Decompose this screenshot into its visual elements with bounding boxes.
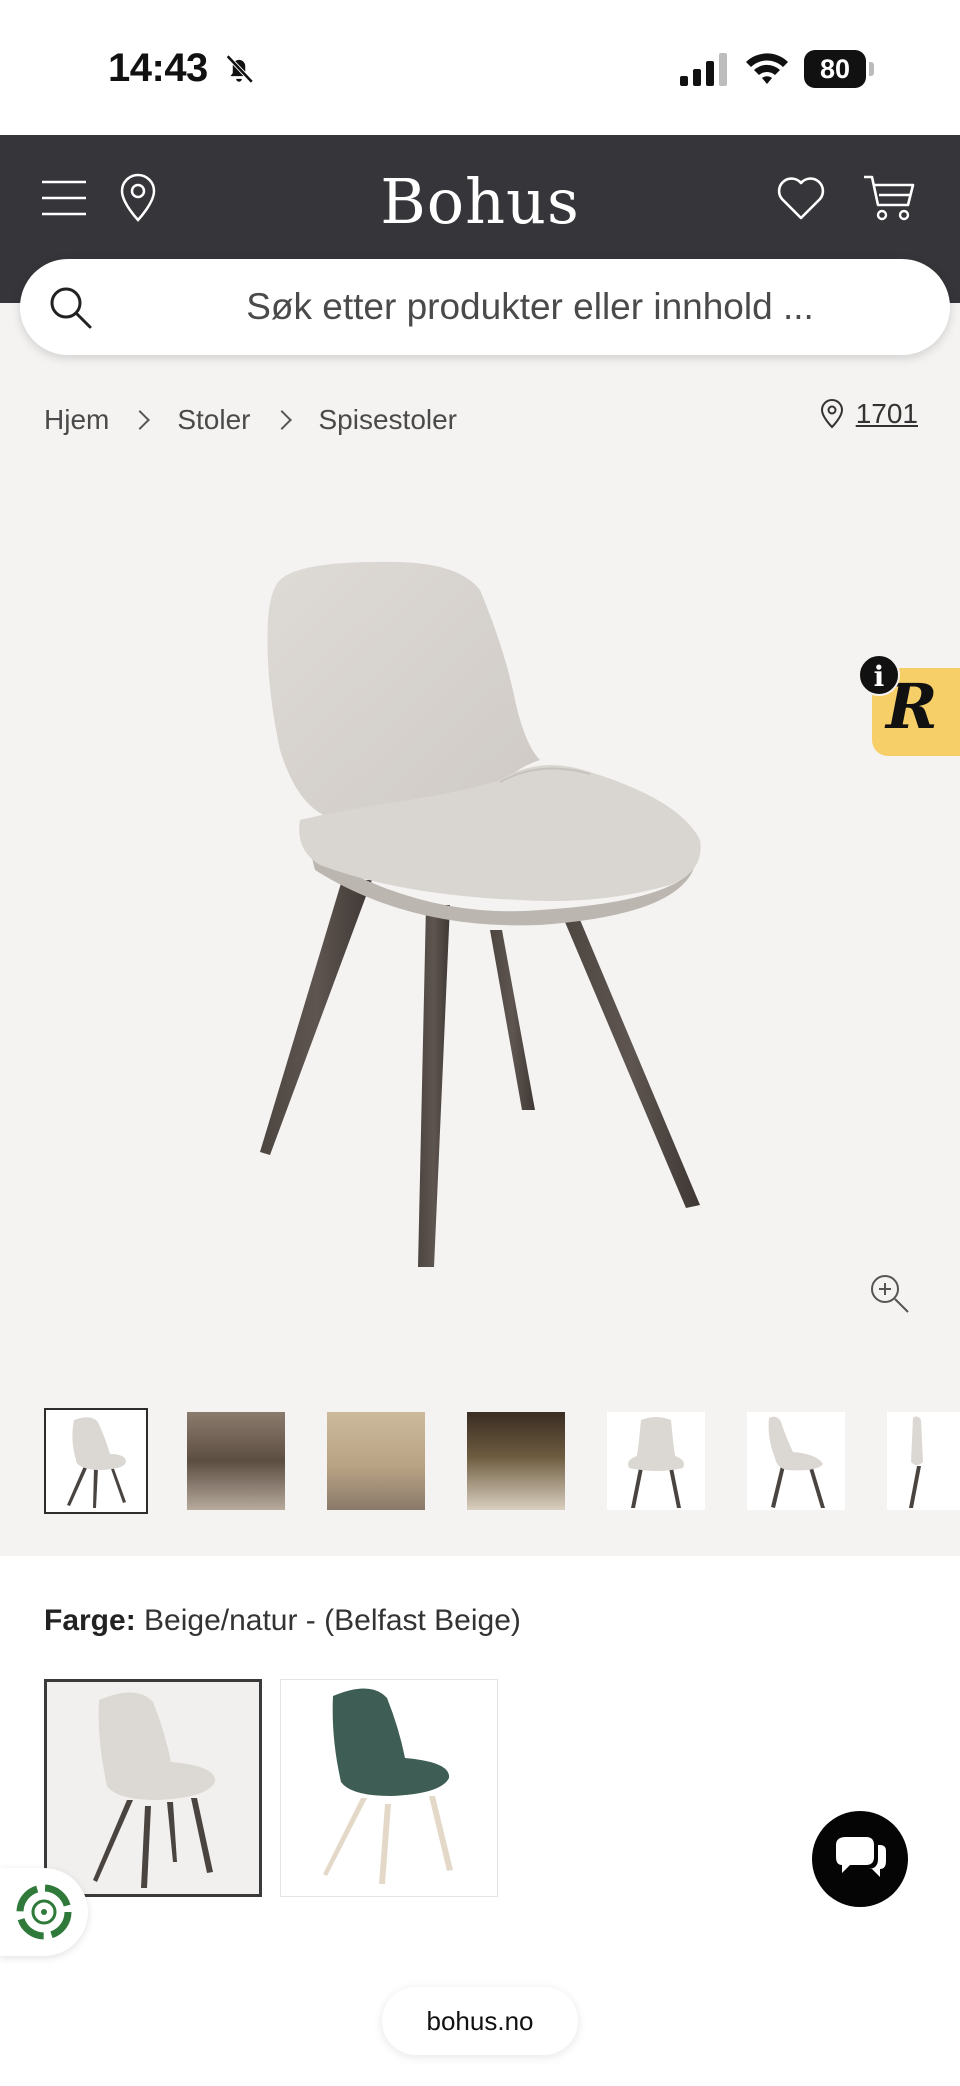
green-chair-swatch-image xyxy=(323,1688,453,1884)
status-time: 14:43 xyxy=(108,46,208,90)
color-selection-label: Farge: Beige/natur - (Belfast Beige) xyxy=(44,1604,521,1638)
search-input[interactable] xyxy=(140,279,920,335)
thumbnail-3[interactable] xyxy=(327,1412,425,1510)
color-swatch-beige[interactable] xyxy=(44,1679,262,1897)
breadcrumb: Hjem Stoler Spisestoler xyxy=(44,400,457,440)
product-main-image[interactable] xyxy=(240,560,710,1280)
thumbnail-4[interactable] xyxy=(467,1412,565,1510)
breadcrumb-spisestoler[interactable]: Spisestoler xyxy=(319,404,458,436)
beige-chair-swatch-image xyxy=(93,1692,216,1888)
status-bar: 14:43 80 xyxy=(0,0,960,135)
thumbnail-2[interactable] xyxy=(187,1412,285,1510)
chat-bubbles-icon xyxy=(836,1837,886,1877)
thumbnail-7[interactable] xyxy=(887,1412,960,1510)
browser-url-bar[interactable]: bohus.no xyxy=(382,1987,578,2055)
chair-side-thumbnail-icon xyxy=(768,1416,825,1508)
battery-cap xyxy=(869,62,874,76)
chair-partial-thumbnail-icon xyxy=(909,1416,923,1508)
sustainability-badge[interactable] xyxy=(0,1868,88,1956)
chair-front-thumbnail-icon xyxy=(628,1417,684,1508)
info-icon[interactable]: i xyxy=(858,654,900,696)
chair-thumbnail-icon xyxy=(67,1417,126,1508)
color-value: Beige/natur - (Belfast Beige) xyxy=(144,1604,521,1637)
wifi-icon xyxy=(746,53,788,84)
battery-level: 80 xyxy=(804,50,866,88)
breadcrumb-stoler[interactable]: Stoler xyxy=(177,404,250,436)
thumbnail-6[interactable] xyxy=(747,1412,845,1510)
breadcrumb-home[interactable]: Hjem xyxy=(44,404,109,436)
chevron-right-icon xyxy=(130,410,151,430)
chevron-right-icon xyxy=(271,410,292,430)
chat-button[interactable] xyxy=(812,1811,908,1907)
thumbnail-5[interactable] xyxy=(607,1412,705,1510)
color-label: Farge: xyxy=(44,1604,136,1637)
thumbnail-1[interactable] xyxy=(44,1408,148,1514)
search-icon[interactable] xyxy=(46,283,94,331)
battery-indicator: 80 xyxy=(804,50,874,88)
wishlist-heart-icon[interactable] xyxy=(776,175,826,221)
signal-icon xyxy=(680,53,727,86)
zoom-in-icon[interactable] xyxy=(868,1272,910,1314)
thumbnail-strip xyxy=(44,1408,960,1514)
shopping-cart-icon[interactable] xyxy=(862,173,916,223)
recycle-icon xyxy=(16,1884,72,1940)
color-swatch-green[interactable] xyxy=(280,1679,498,1897)
store-code-link[interactable]: 1701 xyxy=(856,398,918,430)
store-selector[interactable]: 1701 xyxy=(820,398,918,430)
search-bar xyxy=(20,259,950,355)
map-pin-icon xyxy=(820,399,843,429)
bell-muted-icon xyxy=(226,54,254,84)
